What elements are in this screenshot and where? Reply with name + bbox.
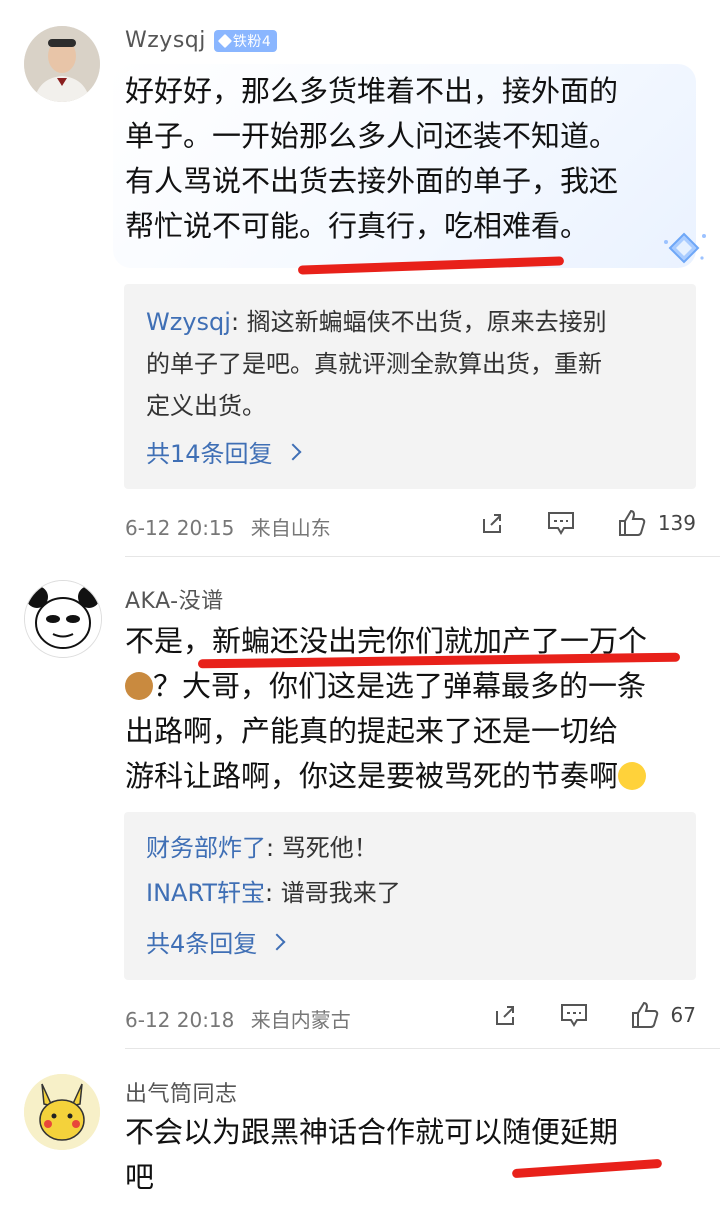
avatar[interactable] bbox=[24, 580, 102, 658]
share-button[interactable] bbox=[491, 1001, 519, 1029]
comment-line: 游科让路啊，你这是要被骂死的节奏啊 bbox=[125, 754, 695, 799]
comment-time: 6-12 20:18 bbox=[125, 1008, 235, 1032]
reply-box[interactable]: Wzysqj: 搁这新蝙蝠侠不出货，原来去接别 的单子了是吧。真就评测全款算出货… bbox=[124, 284, 696, 489]
author-name[interactable]: Wzysqj bbox=[125, 28, 206, 53]
reply-author[interactable]: INART轩宝 bbox=[146, 879, 265, 907]
comment-meta: 6-12 20:15 来自山东 bbox=[125, 512, 331, 541]
like-button[interactable]: 67 bbox=[629, 1000, 696, 1030]
comment-author[interactable]: AKA-没谱 bbox=[125, 583, 224, 615]
chevron-right-icon bbox=[268, 933, 286, 950]
more-replies-link[interactable]: 共14条回复 bbox=[146, 434, 302, 469]
like-icon bbox=[618, 509, 646, 536]
avatar[interactable] bbox=[24, 1074, 100, 1150]
comment-author[interactable]: Wzysqj 铁粉4 bbox=[125, 28, 278, 53]
reply-author[interactable]: Wzysqj bbox=[146, 308, 231, 336]
like-icon bbox=[631, 1001, 658, 1028]
author-name[interactable]: 出气筒同志 bbox=[125, 1076, 238, 1108]
reply-text: : 谱哥我来了 bbox=[265, 879, 401, 907]
like-button[interactable]: 139 bbox=[616, 508, 696, 538]
like-count: 139 bbox=[657, 511, 696, 535]
comment-icon bbox=[547, 512, 574, 535]
reply-line[interactable]: Wzysqj: 搁这新蝙蝠侠不出货，原来去接别 bbox=[146, 304, 676, 340]
comment-line-text: 游科让路啊，你这是要被骂死的节奏啊 bbox=[125, 759, 619, 793]
reply-button[interactable] bbox=[546, 509, 576, 537]
comment-line: 好好好，那么多货堆着不出，接外面的 bbox=[125, 74, 619, 108]
reply-text: : 搁这新蝙蝠侠不出货，原来去接别 bbox=[230, 308, 607, 336]
share-icon bbox=[495, 1006, 514, 1025]
author-name[interactable]: AKA-没谱 bbox=[125, 583, 224, 615]
share-icon bbox=[482, 514, 501, 533]
comment-actions: 139 bbox=[478, 508, 696, 538]
reply-author[interactable]: 财务部炸了 bbox=[146, 834, 266, 862]
reply-line[interactable]: INART轩宝: 谱哥我来了 bbox=[146, 875, 676, 911]
comment-actions: 67 bbox=[491, 1000, 696, 1030]
reply-button[interactable] bbox=[559, 1001, 589, 1029]
more-replies-link[interactable]: 共4条回复 bbox=[146, 924, 286, 959]
comment-location: 来自山东 bbox=[250, 516, 331, 540]
comment-text: 不是，新蝙还没出完你们就加产了一万个 ？大哥，你们这是选了弹幕最多的一条 出路啊… bbox=[125, 619, 695, 799]
divider bbox=[125, 1048, 720, 1049]
more-replies-label[interactable]: 共14条回复 bbox=[146, 434, 273, 469]
avatar[interactable] bbox=[24, 26, 100, 102]
diamond-icon bbox=[664, 232, 706, 264]
comment-icon bbox=[560, 1004, 587, 1027]
laugh-cry-emoji-icon bbox=[618, 762, 647, 790]
monkey-emoji-icon bbox=[125, 672, 153, 700]
comment-line: 出路啊，产能真的提起来了还是一切给 bbox=[125, 709, 695, 754]
more-replies-label[interactable]: 共4条回复 bbox=[146, 924, 257, 959]
like-count: 67 bbox=[670, 1003, 696, 1027]
reply-text: : 骂死他！ bbox=[266, 834, 378, 862]
comment-author[interactable]: 出气筒同志 bbox=[125, 1076, 238, 1108]
comment-text: 不会以为跟黑神话合作就可以随便延期 吧 bbox=[125, 1110, 695, 1200]
comment-line: 单子。一开始那么多人问还装不知道。 bbox=[125, 119, 619, 153]
diamond-icon bbox=[217, 33, 232, 48]
reply-line[interactable]: 财务部炸了: 骂死他！ bbox=[146, 830, 676, 866]
share-button[interactable] bbox=[478, 509, 506, 537]
divider bbox=[125, 556, 720, 557]
comment-line-text: ？大哥，你们这是选了弹幕最多的一条 bbox=[153, 669, 647, 703]
comment-line: ？大哥，你们这是选了弹幕最多的一条 bbox=[125, 664, 695, 709]
comment-line: 帮忙说不可能。行真行，吃相难看。 bbox=[125, 209, 590, 243]
comment-location: 来自内蒙古 bbox=[250, 1008, 351, 1032]
reply-line: 的单子了是吧。真就评测全款算出货，重新 bbox=[146, 350, 602, 378]
reply-line: 定义出货。 bbox=[146, 392, 266, 420]
comment-meta: 6-12 20:18 来自内蒙古 bbox=[125, 1004, 351, 1033]
comment-line: 不会以为跟黑神话合作就可以随便延期 bbox=[125, 1115, 619, 1149]
reply-box[interactable]: 财务部炸了: 骂死他！ INART轩宝: 谱哥我来了 共4条回复 bbox=[124, 812, 696, 980]
comment-line: 有人骂说不出货去接外面的单子，我还 bbox=[125, 164, 619, 198]
fan-badge: 铁粉4 bbox=[213, 29, 278, 52]
comment-text: 好好好，那么多货堆着不出，接外面的 单子。一开始那么多人问还装不知道。 有人骂说… bbox=[125, 69, 695, 249]
badge-label: 铁粉4 bbox=[232, 33, 272, 50]
chevron-right-icon bbox=[284, 443, 302, 460]
comment-time: 6-12 20:15 bbox=[125, 516, 235, 540]
comment-line-text: 出路啊，产能真的提起来了还是一切给 bbox=[125, 714, 619, 748]
